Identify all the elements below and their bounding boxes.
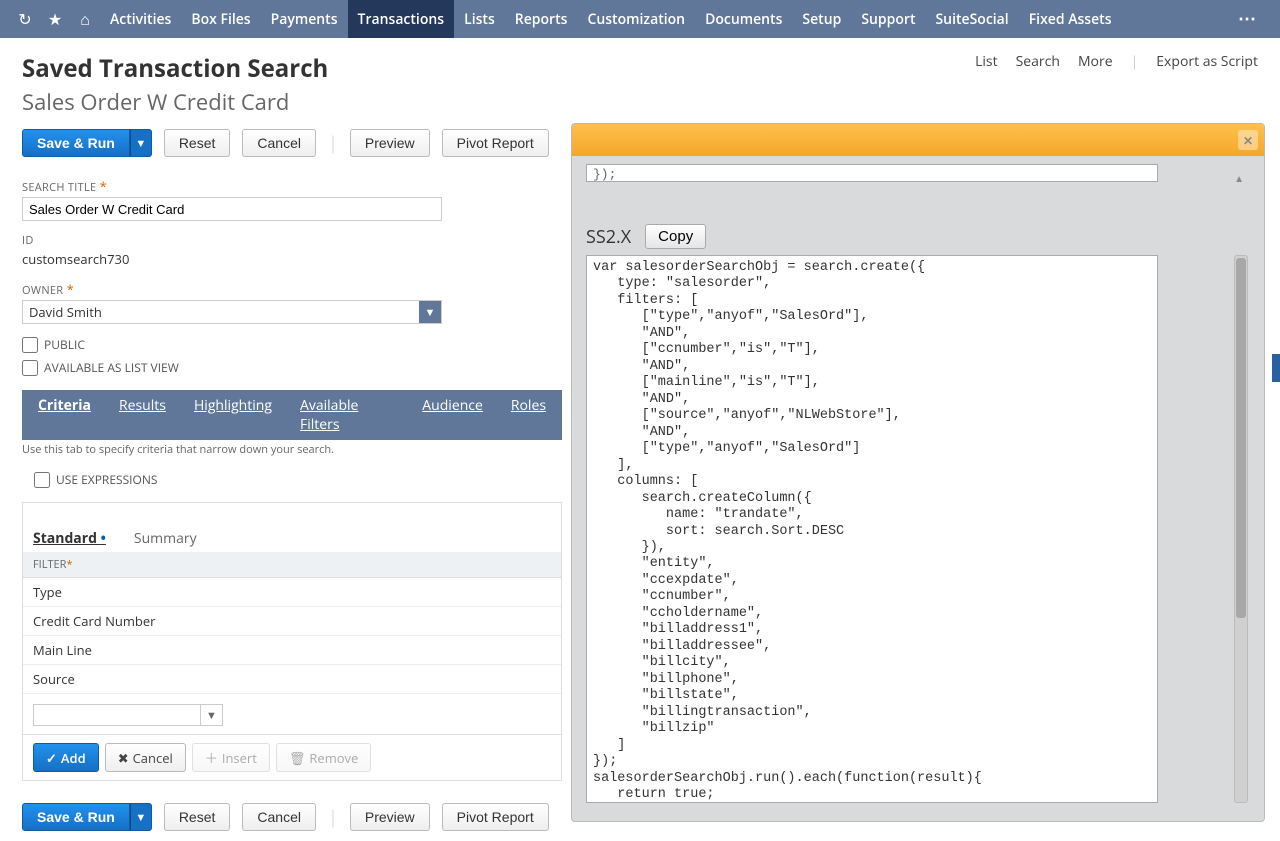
insert-row-button: ＋Insert [192,743,270,772]
separator: | [328,805,338,829]
ss-version-label: SS2.X [586,225,631,249]
plus-icon: ＋ [205,748,218,767]
subtab-results[interactable]: Results [119,396,166,434]
nav-item-box-files[interactable]: Box Files [181,0,260,38]
nav-item-support[interactable]: Support [851,0,925,38]
close-icon: ✖ [118,749,129,767]
check-icon: ✓ [46,749,57,767]
subtab-audience[interactable]: Audience [422,396,483,434]
subtab-roles[interactable]: Roles [511,396,546,434]
nav-item-lists[interactable]: Lists [454,0,505,38]
pivot-report-button[interactable]: Pivot Report [442,129,549,157]
code-snippet-top: }); [586,164,1158,182]
owner-select[interactable]: David Smith ▼ [22,300,442,324]
criteria-row-tools: ✓Add ✖Cancel ＋Insert 🗑Remove [23,735,561,780]
chevron-down-icon: ▼ [200,705,222,725]
action-list[interactable]: List [975,52,998,71]
nav-item-activities[interactable]: Activities [100,0,181,38]
pivot-report-button-bottom[interactable]: Pivot Report [442,803,549,831]
criteria-row[interactable]: Credit Card Number [23,607,561,636]
right-edge-handle[interactable] [1272,354,1280,382]
record-title: Sales Order W Credit Card [22,87,1258,117]
cancel-row-button[interactable]: ✖Cancel [105,743,186,772]
public-checkbox[interactable] [22,337,38,353]
script-panel-header[interactable]: ✕ [572,124,1264,156]
save-run-button-bottom[interactable]: Save & Run [22,803,130,831]
criteria-inner-tabs: Standard • Summary [23,521,561,552]
star-icon[interactable]: ★ [40,8,70,30]
nav-item-payments[interactable]: Payments [261,0,348,38]
code-main-block[interactable]: var salesorderSearchObj = search.create(… [586,255,1158,803]
listview-label: AVAILABLE AS LIST VIEW [44,359,179,376]
add-row-button[interactable]: ✓Add [33,743,99,772]
separator: | [328,131,338,155]
subtab-highlighting[interactable]: Highlighting [194,396,272,434]
nav-item-setup[interactable]: Setup [792,0,851,38]
scrollbar-thumb[interactable] [1236,258,1246,618]
reset-button[interactable]: Reset [164,129,231,157]
save-run-split: Save & Run ▼ [22,129,152,157]
home-icon[interactable]: ⌂ [70,8,100,30]
caret-up-icon[interactable]: ▲ [1234,171,1244,185]
save-run-dropdown-caret[interactable]: ▼ [130,129,152,157]
inner-tab-summary[interactable]: Summary [134,529,197,548]
remove-row-button: 🗑Remove [276,743,372,772]
new-filter-select[interactable]: ▼ [33,704,223,726]
cancel-button[interactable]: Cancel [242,129,316,157]
top-nav: ↻ ★ ⌂ ActivitiesBox FilesPaymentsTransac… [0,0,1280,38]
nav-item-fixed-assets[interactable]: Fixed Assets [1019,0,1122,38]
subtabs-bar: Criteria Results Highlighting Available Fil… [22,390,562,440]
use-expressions-label: USE EXPRESSIONS [56,471,157,488]
nav-item-transactions[interactable]: Transactions [348,0,455,38]
use-expressions-checkbox[interactable] [34,472,50,488]
subtab-criteria[interactable]: Criteria [38,396,91,434]
subtab-available-filters[interactable]: Available Filters [300,396,394,434]
criteria-row[interactable]: Source [23,665,561,694]
inner-tab-standard[interactable]: Standard • [33,529,106,548]
criteria-header-row: FILTER* [23,552,561,578]
nav-item-customization[interactable]: Customization [577,0,695,38]
script-export-panel: ✕ }); ▲ SS2.X Copy var salesorderSearchO… [571,123,1265,822]
criteria-edit-row: ▼ [23,694,561,735]
action-export-script[interactable]: Export as Script [1156,52,1258,71]
criteria-row[interactable]: Main Line [23,636,561,665]
action-search[interactable]: Search [1016,52,1060,71]
chevron-down-icon: ▼ [419,301,441,323]
separator: | [1131,52,1139,71]
cancel-button-bottom[interactable]: Cancel [242,803,316,831]
trash-icon: 🗑 [289,749,306,767]
search-title-input[interactable] [22,197,442,221]
code-scrollbar[interactable] [1234,255,1248,803]
nav-item-reports[interactable]: Reports [505,0,578,38]
preview-button-bottom[interactable]: Preview [350,803,430,831]
nav-item-suitesocial[interactable]: SuiteSocial [925,0,1018,38]
reset-button-bottom[interactable]: Reset [164,803,231,831]
nav-item-documents[interactable]: Documents [695,0,792,38]
save-run-button[interactable]: Save & Run [22,129,130,157]
copy-button[interactable]: Copy [645,224,706,249]
nav-overflow-icon[interactable]: ⋯ [1226,7,1270,31]
action-more[interactable]: More [1078,52,1113,71]
preview-button[interactable]: Preview [350,129,430,157]
criteria-row[interactable]: Type [23,578,561,607]
listview-checkbox[interactable] [22,360,38,376]
filter-column-header: FILTER [33,557,66,572]
close-icon[interactable]: ✕ [1238,130,1258,150]
public-label: PUBLIC [44,336,85,353]
page-right-actions: List Search More | Export as Script [975,52,1258,71]
criteria-grid: Standard • Summary FILTER* TypeCredit Car… [22,502,562,781]
save-run-dropdown-caret-bottom[interactable]: ▼ [130,803,152,831]
owner-value: David Smith [29,303,102,321]
history-icon[interactable]: ↻ [10,8,40,30]
save-run-split-bottom: Save & Run ▼ [22,803,152,831]
